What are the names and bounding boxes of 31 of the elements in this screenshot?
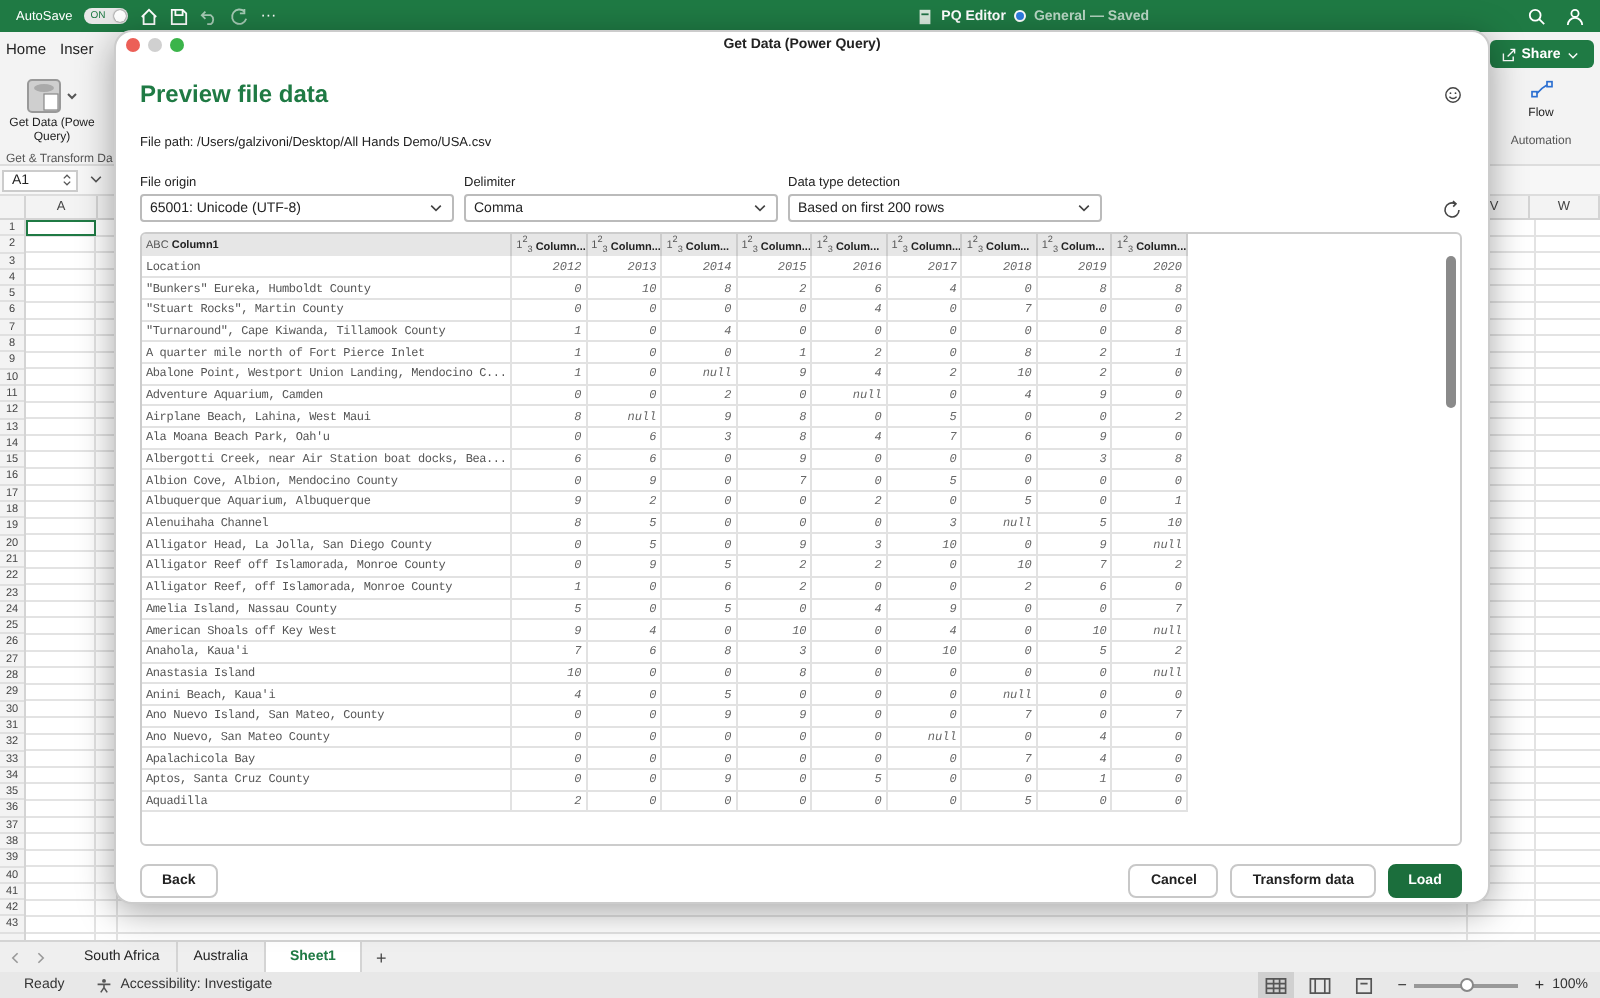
zoom-out-button[interactable]: − bbox=[1397, 976, 1407, 994]
caret-icon bbox=[428, 200, 444, 216]
document-icon bbox=[915, 7, 934, 25]
zoom-in-button[interactable]: + bbox=[1534, 976, 1545, 994]
smiley-icon[interactable] bbox=[1444, 85, 1462, 103]
undo-icon[interactable] bbox=[200, 7, 219, 25]
home-icon[interactable] bbox=[140, 7, 159, 25]
search-icon[interactable] bbox=[1528, 7, 1546, 25]
scrollbar-thumb[interactable] bbox=[1446, 256, 1456, 408]
close-icon[interactable] bbox=[126, 38, 140, 52]
dialog-heading: Preview file data bbox=[140, 80, 329, 108]
zoom-icon[interactable] bbox=[170, 38, 184, 52]
slider-thumb[interactable] bbox=[1459, 977, 1474, 991]
person-icon[interactable] bbox=[1566, 7, 1584, 25]
database-icon[interactable] bbox=[26, 78, 78, 114]
caret-icon bbox=[752, 200, 768, 216]
status-dot-icon bbox=[1013, 10, 1026, 22]
more-button[interactable]: ··· bbox=[260, 8, 277, 24]
normal-view-icon[interactable] bbox=[1257, 971, 1294, 998]
chevron-icon[interactable] bbox=[88, 172, 104, 188]
accessibility-icon[interactable] bbox=[96, 977, 113, 993]
selected-cell[interactable] bbox=[26, 220, 96, 237]
caret-icon bbox=[1076, 200, 1092, 216]
add-sheet-button[interactable]: + bbox=[361, 947, 401, 967]
flow-icon[interactable] bbox=[1529, 80, 1553, 100]
stepper-icon bbox=[62, 172, 72, 188]
save-icon[interactable] bbox=[170, 7, 189, 25]
caret-icon bbox=[1566, 47, 1581, 61]
share-icon bbox=[1501, 47, 1516, 61]
refresh-icon[interactable] bbox=[1442, 200, 1462, 220]
redo-icon[interactable] bbox=[230, 7, 249, 25]
